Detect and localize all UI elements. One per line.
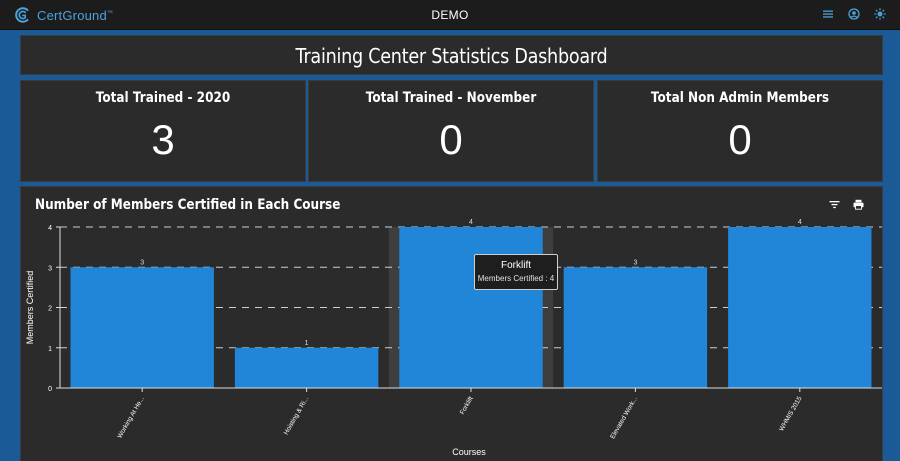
chart-tooltip: Forklift Members Certified : 4	[474, 254, 558, 290]
app-title: DEMO	[431, 8, 469, 22]
stat-title: Total Non Admin Members	[650, 90, 830, 106]
print-icon[interactable]	[853, 199, 864, 210]
brightness-icon[interactable]	[874, 8, 886, 20]
data-label: 4	[798, 219, 802, 226]
data-label: 3	[633, 259, 637, 266]
stat-card-total-trained-month: Total Trained - November 0	[308, 80, 594, 182]
y-tick-label: 3	[48, 265, 52, 272]
chart-tools	[829, 199, 864, 210]
data-label: 3	[140, 259, 144, 266]
stat-card-total-trained-year: Total Trained - 2020 3	[20, 80, 306, 182]
y-tick-label: 0	[48, 386, 52, 393]
x-tick-label: Forklift	[459, 395, 475, 416]
bar	[234, 347, 379, 388]
x-tick-label: Elevated Work...	[609, 395, 639, 440]
y-tick-label: 4	[48, 225, 52, 232]
stat-title: Total Trained - 2020	[95, 90, 231, 106]
stat-card-non-admin-members: Total Non Admin Members 0	[597, 80, 883, 182]
stat-value: 0	[439, 116, 463, 163]
bar	[728, 227, 872, 388]
bar	[563, 267, 708, 388]
chart-title: Number of Members Certified in Each Cour…	[35, 197, 341, 213]
x-tick-label: Working At He...	[116, 395, 146, 439]
filter-icon[interactable]	[829, 199, 840, 210]
x-tick-label: Hoisting & Ri...	[283, 395, 311, 436]
bar	[399, 227, 543, 388]
account-circle-icon[interactable]	[848, 8, 860, 20]
stat-title: Total Trained - November	[365, 90, 537, 106]
top-icons	[822, 8, 886, 20]
stat-value: 0	[728, 116, 752, 163]
y-tick-label: 1	[48, 346, 52, 353]
stat-value: 3	[151, 116, 175, 163]
tooltip-title: Forklift	[501, 260, 531, 271]
data-label: 1	[305, 340, 309, 347]
menu-icon[interactable]	[822, 8, 834, 20]
page-title: Training Center Statistics Dashboard	[295, 44, 608, 68]
y-axis-title: Members Certified	[25, 271, 35, 345]
y-tick-label: 2	[48, 306, 52, 313]
bar	[70, 267, 214, 388]
x-tick-label: WHMIS 2015	[778, 395, 804, 432]
bar-chart: 0 1 2 3 4 3 Working At He... 1 Hoisting & Ri... 4…	[25, 219, 882, 457]
tooltip-body: Members Certified : 4	[477, 274, 555, 283]
dashboard-header: Training Center Statistics Dashboard	[20, 35, 883, 75]
x-axis-title: Courses	[452, 447, 486, 457]
course-chart-panel: 0 1 2 3 4 3 Working At He... 1 Hoisting & Ri... 4…	[20, 186, 883, 461]
top-bar: CertGround™ DEMO	[0, 0, 900, 30]
data-label: 4	[469, 219, 473, 226]
